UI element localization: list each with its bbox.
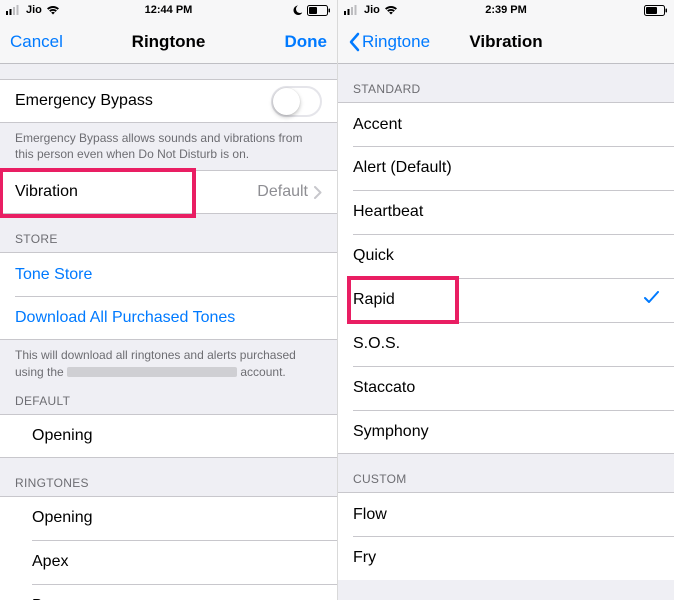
- vibration-option-row[interactable]: Quick: [338, 234, 674, 278]
- default-item-label: Opening: [32, 427, 322, 445]
- vibration-option-label: Flow: [353, 506, 659, 524]
- default-item-row[interactable]: Opening: [0, 414, 337, 458]
- download-tones-label: Download All Purchased Tones: [15, 309, 322, 327]
- store-header: STORE: [0, 214, 337, 252]
- ringtone-row[interactable]: Apex: [0, 540, 337, 584]
- vibration-option-row[interactable]: Heartbeat: [338, 190, 674, 234]
- status-time: 2:39 PM: [338, 4, 674, 16]
- vibration-label: Vibration: [15, 183, 257, 201]
- vibration-screen: Jio 2:39 PM Ringtone Vibration STANDARD …: [337, 0, 674, 600]
- default-header: DEFAULT: [0, 388, 337, 414]
- emergency-bypass-toggle[interactable]: [271, 86, 322, 117]
- done-button[interactable]: Done: [285, 32, 328, 52]
- vibration-option-label: Accent: [353, 116, 659, 134]
- chevron-right-icon: [314, 186, 322, 199]
- vibration-option-label: Staccato: [353, 379, 659, 397]
- vibration-option-row[interactable]: Symphony: [338, 410, 674, 454]
- vibration-option-row[interactable]: Staccato: [338, 366, 674, 410]
- vibration-option-label: Symphony: [353, 423, 659, 441]
- ringtone-row[interactable]: Beacon: [0, 584, 337, 600]
- tone-store-label: Tone Store: [15, 266, 322, 284]
- emergency-bypass-row[interactable]: Emergency Bypass: [0, 79, 337, 123]
- vibration-option-row[interactable]: Fry: [338, 536, 674, 580]
- ringtone-screen: Jio 12:44 PM Cancel Ringtone Done Emerge…: [0, 0, 337, 600]
- vibration-option-row[interactable]: Flow: [338, 492, 674, 536]
- emergency-bypass-caption: Emergency Bypass allows sounds and vibra…: [0, 123, 337, 170]
- ringtone-content: Emergency Bypass Emergency Bypass allows…: [0, 64, 337, 600]
- checkmark-icon: [644, 291, 659, 309]
- store-caption: This will download all ringtones and ale…: [0, 340, 337, 387]
- nav-bar: Ringtone Vibration: [338, 20, 674, 64]
- custom-header: CUSTOM: [338, 454, 674, 492]
- vibration-option-label: Alert (Default): [353, 159, 659, 177]
- vibration-option-label: Quick: [353, 247, 659, 265]
- download-tones-row[interactable]: Download All Purchased Tones: [0, 296, 337, 340]
- back-button[interactable]: Ringtone: [348, 32, 430, 52]
- nav-bar: Cancel Ringtone Done: [0, 20, 337, 64]
- standard-header: STANDARD: [338, 64, 674, 102]
- vibration-option-row[interactable]: S.O.S.: [338, 322, 674, 366]
- ringtones-header: RINGTONES: [0, 458, 337, 496]
- emergency-bypass-label: Emergency Bypass: [15, 92, 271, 110]
- vibration-value: Default: [257, 183, 308, 201]
- status-bar: Jio 2:39 PM: [338, 0, 674, 20]
- status-time: 12:44 PM: [0, 4, 337, 16]
- ringtone-label: Opening: [32, 509, 322, 527]
- chevron-left-icon: [348, 32, 360, 52]
- cancel-button[interactable]: Cancel: [10, 32, 63, 52]
- vibration-option-row[interactable]: Accent: [338, 102, 674, 146]
- vibration-option-label: Rapid: [353, 291, 644, 309]
- vibration-option-label: Fry: [353, 549, 659, 567]
- ringtone-row[interactable]: Opening: [0, 496, 337, 540]
- ringtone-label: Apex: [32, 553, 322, 571]
- vibration-option-row[interactable]: Alert (Default): [338, 146, 674, 190]
- vibration-option-row[interactable]: Rapid: [338, 278, 674, 322]
- vibration-content: STANDARD Accent Alert (Default) Heartbea…: [338, 64, 674, 600]
- status-bar: Jio 12:44 PM: [0, 0, 337, 20]
- vibration-option-label: Heartbeat: [353, 203, 659, 221]
- vibration-option-label: S.O.S.: [353, 335, 659, 353]
- tone-store-row[interactable]: Tone Store: [0, 252, 337, 296]
- vibration-row[interactable]: Vibration Default: [0, 170, 337, 214]
